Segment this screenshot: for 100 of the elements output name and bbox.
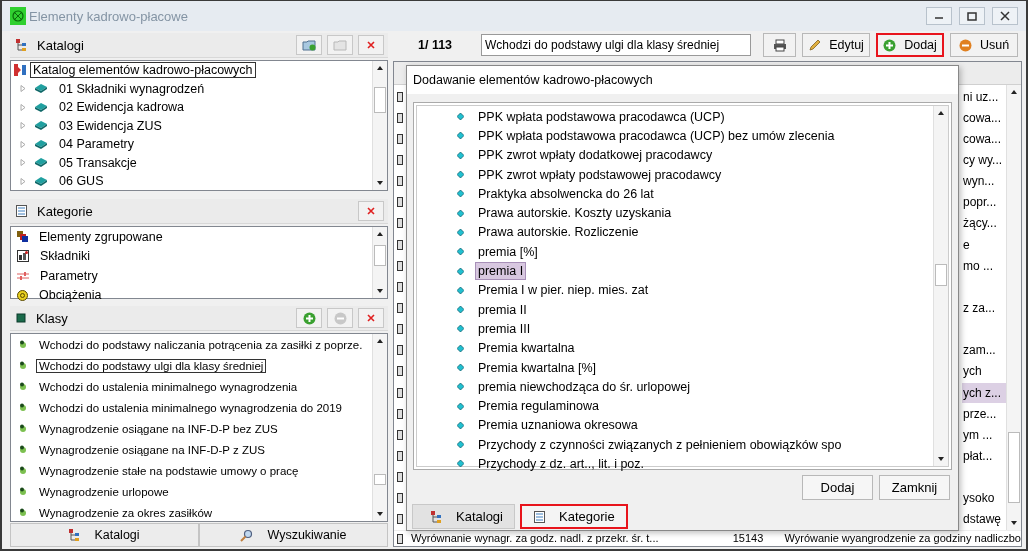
list-item[interactable]: PPK wpłata podstawowa pracodawca (UCP) bez umów zlecenia	[475, 126, 838, 145]
minus-icon	[958, 38, 972, 52]
table-cell[interactable]: mo ...	[962, 255, 1006, 276]
table-cell[interactable]: ych	[962, 361, 1006, 382]
tab[interactable]: Wyszukiwanie	[199, 523, 388, 547]
scrollbar[interactable]	[933, 106, 948, 466]
list-item[interactable]: premia I	[475, 262, 527, 280]
tab[interactable]: Kategorie	[520, 504, 628, 529]
tree-item[interactable]: 06 GUS	[56, 173, 107, 190]
collapsed-icon[interactable]	[20, 85, 26, 93]
print-button[interactable]	[763, 33, 796, 57]
close-button[interactable]: Zamknij	[879, 475, 950, 500]
sprout-icon	[19, 382, 27, 391]
table-cell[interactable]: ym ...	[962, 424, 1006, 445]
list-item[interactable]: Premia uznaniowa okresowa	[475, 416, 641, 435]
list-item[interactable]: Wynagrodzenie stałe na podstawie umowy o pracę	[36, 463, 302, 478]
scrollbar[interactable]	[372, 61, 387, 190]
tab[interactable]: Katalogi	[412, 504, 515, 529]
list-item[interactable]: Przychody z czynności związanych z pełnieniem obowiązków spo	[475, 435, 845, 454]
collapsed-icon[interactable]	[20, 140, 26, 148]
table-cell[interactable]: cowa...	[962, 107, 1006, 128]
table-cell[interactable]: ysoko	[962, 488, 1006, 509]
list-item[interactable]: Wchodzi do ustalenia minimalnego wynagrodzenia	[36, 379, 301, 394]
diamond-icon	[457, 286, 464, 294]
app-icon	[10, 7, 26, 25]
close-button[interactable]	[992, 7, 1018, 25]
table-cell[interactable]: cowa...	[962, 128, 1006, 149]
book-icon	[34, 120, 48, 132]
list-item[interactable]: PPK wpłata podstawowa pracodawca (UCP)	[475, 107, 728, 126]
remove-button[interactable]: Usuń	[950, 33, 1018, 57]
add-folder-button[interactable]	[296, 35, 322, 55]
tree-item[interactable]: 03 Ewidencja ZUS	[56, 117, 165, 134]
table-cell[interactable]: dstawę	[962, 509, 1006, 530]
list-item[interactable]: Wchodzi do podstawy ulgi dla klasy średniej	[36, 358, 267, 373]
table-cell[interactable]: z za...	[962, 297, 1006, 318]
category-item[interactable]: Obciążenia	[36, 287, 105, 304]
list-item[interactable]: PPK zwrot wpłaty podstawowej pracodawcy	[475, 165, 725, 184]
add-button[interactable]	[296, 308, 322, 328]
list-item[interactable]: Premia regulaminowa	[475, 397, 602, 416]
row-icon	[397, 155, 403, 165]
list-item[interactable]: PPK zwrot wpłaty dodatkowej pracodawcy	[475, 146, 716, 165]
tree-item[interactable]: 02 Ewidencja kadrowa	[56, 99, 188, 116]
list-item[interactable]: Premia kwartalna [%]	[475, 358, 600, 377]
folder-button[interactable]	[327, 35, 353, 55]
table-cell[interactable]: prze...	[962, 403, 1006, 424]
diamond-icon	[457, 325, 464, 333]
category-item[interactable]: Elementy zgrupowane	[36, 228, 166, 245]
list-item[interactable]: Premia I w pier. niep. mies. zat	[475, 281, 652, 300]
category-item[interactable]: Składniki	[37, 248, 94, 265]
table-cell[interactable]: ni uz...	[962, 86, 1006, 107]
table-cell[interactable]: ych z...	[962, 382, 1006, 403]
close-icon	[367, 314, 375, 322]
sprout-icon	[19, 340, 27, 349]
sprout-icon	[19, 487, 27, 496]
list-item[interactable]: Wynagrodzenie osiągane na INF-D-P z ZUS	[36, 442, 268, 457]
collapsed-icon[interactable]	[20, 103, 26, 111]
search-field[interactable]: Wchodzi do podstawy ulgi dla klasy średniej	[481, 34, 751, 56]
tree-item[interactable]: 05 Transakcje	[56, 154, 140, 171]
tree-item[interactable]: 01 Składniki wynagrodzeń	[56, 80, 208, 97]
list-item[interactable]: Prawa autorskie. Koszty uzyskania	[475, 204, 675, 223]
list-item[interactable]: Wchodzi do ustalenia minimalnego wynagrodzenia do 2019	[36, 400, 346, 415]
scrollbar[interactable]	[1006, 85, 1021, 530]
list-item[interactable]: premia niewchodząca do śr. urlopowej	[475, 377, 693, 396]
edit-button[interactable]: Edytuj	[802, 33, 870, 57]
list-item[interactable]: Wynagrodzenie za okres zasiłków	[36, 505, 216, 520]
add-button[interactable]: Dodaj	[802, 475, 873, 500]
table-cell[interactable]: żący...	[962, 213, 1006, 234]
scrollbar[interactable]	[372, 334, 387, 521]
maximize-button[interactable]	[959, 7, 985, 25]
row-icon	[397, 218, 403, 229]
list-item[interactable]: Przychody z dz. art.., lit. i poz.	[475, 455, 648, 473]
table-cell[interactable]: cy wy...	[962, 150, 1006, 170]
diamond-icon	[457, 344, 464, 352]
list-item[interactable]: Prawa autorskie. Rozliczenie	[475, 223, 642, 242]
collapsed-icon[interactable]	[20, 122, 26, 130]
close-icon	[367, 41, 375, 49]
category-item[interactable]: Parametry	[37, 267, 101, 284]
list-item[interactable]: Wchodzi do podstawy naliczania potrącenia za zasiłki z poprze.	[36, 337, 366, 352]
list-item[interactable]: Praktyka absolwencka do 26 lat	[475, 184, 657, 203]
list-item[interactable]: premia II	[475, 300, 530, 319]
tree-item[interactable]: 04 Parametry	[56, 136, 138, 153]
list-item[interactable]: premia [%]	[475, 242, 541, 261]
table-cell[interactable]: płat...	[962, 445, 1006, 466]
list-item[interactable]: premia III	[475, 319, 534, 338]
table-cell-text: 15143	[732, 531, 765, 546]
tab[interactable]: Katalogi	[10, 523, 199, 547]
list-item[interactable]: Wynagrodzenie osiągane na INF-D-P bez ZUS	[36, 421, 281, 436]
table-cell[interactable]: wyn...	[962, 171, 1006, 192]
tree-item[interactable]: Katalog elementów kadrowo-płacowych	[30, 62, 256, 79]
table-cell[interactable]: popr...	[962, 192, 1006, 213]
list-item[interactable]: Premia kwartalna	[475, 339, 578, 358]
list-item[interactable]: Wynagrodzenie urlopowe	[36, 484, 172, 499]
collapsed-icon[interactable]	[20, 177, 26, 185]
add-button[interactable]: Dodaj	[876, 33, 944, 57]
minimize-button[interactable]	[926, 7, 952, 25]
table-cell[interactable]: zam...	[962, 340, 1006, 361]
scrollbar[interactable]	[372, 227, 387, 298]
remove-button[interactable]	[327, 308, 353, 328]
collapsed-icon[interactable]	[20, 159, 26, 167]
table-cell[interactable]: e	[962, 234, 1006, 255]
